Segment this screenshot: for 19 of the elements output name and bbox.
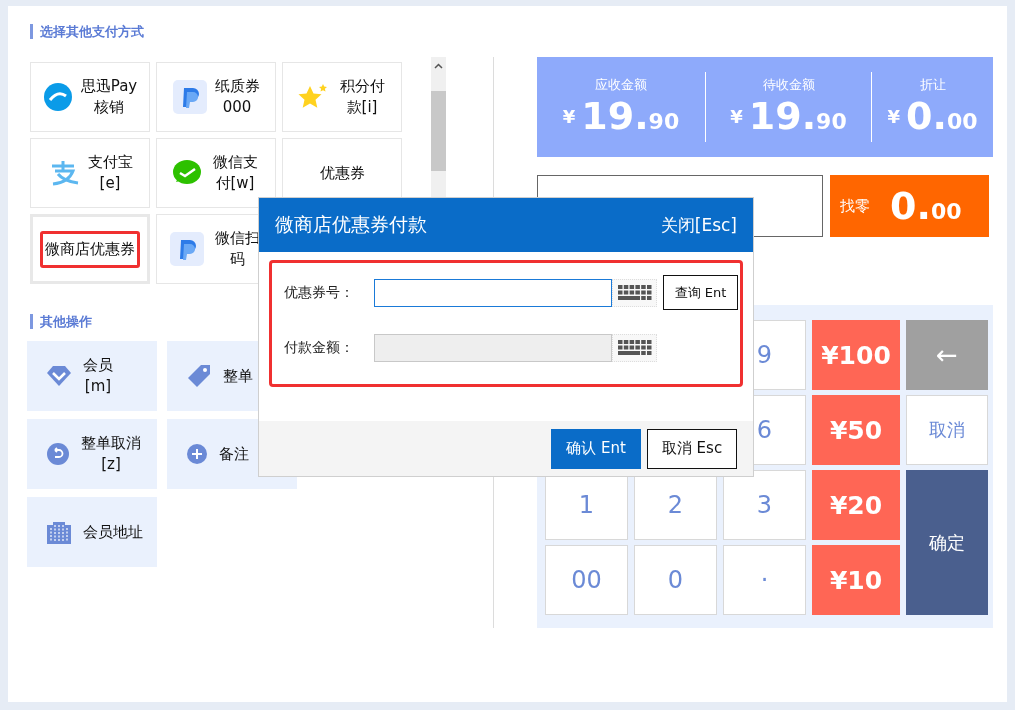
dialog-title: 微商店优惠券付款 [275,212,427,237]
stat-label: 应收金额 [595,76,647,94]
tile-label: 优惠券 [319,162,365,184]
stat-label: 折让 [919,76,946,94]
field-label: 优惠券号： [284,283,355,302]
tile-label: 支付宝 [e] [87,152,133,194]
amount-value: ¥0.00 [887,94,978,138]
tile-label: 思迅Pay 核销 [80,76,138,118]
tile-label: 微商店优惠券 [40,230,140,268]
amount-value: ¥19.90 [562,94,680,138]
amount-value: 0.00 [890,184,962,228]
stat-label: 待收金额 [762,76,815,94]
section-heading: 选择其他支付方式 [30,24,493,39]
tile-label: 微信扫码 [213,228,261,270]
tile-label: 积分付款[i] [338,76,386,118]
tile-label: 微信支付[w] [211,152,259,194]
change-label: 找零 [840,196,870,216]
tile-label: 纸质券 000 [214,76,260,118]
amount-value: ¥19.90 [730,94,847,138]
